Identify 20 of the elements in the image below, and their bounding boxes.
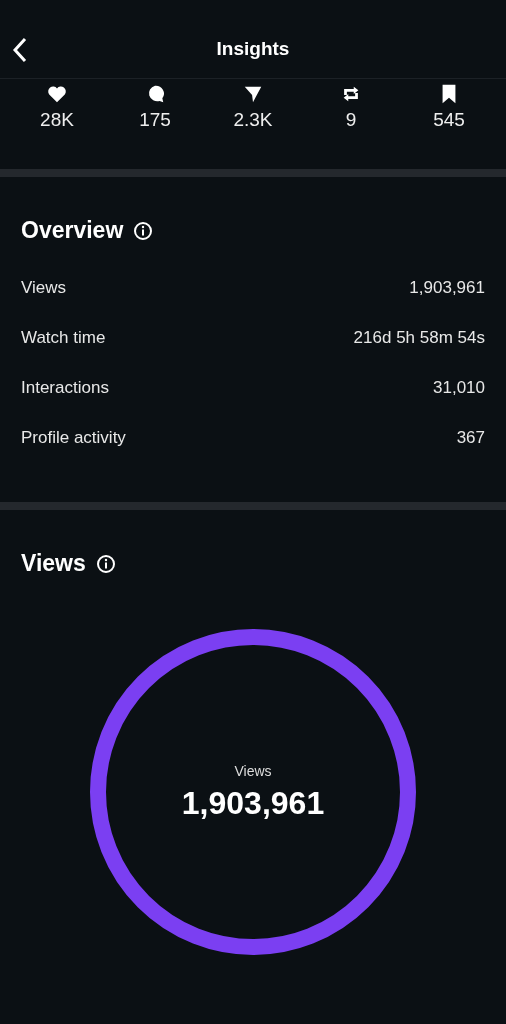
stat-count: 28K: [40, 109, 74, 131]
metric-label: Views: [21, 278, 67, 299]
page-title: Insights: [216, 38, 290, 60]
stat-count: 2.3K: [233, 109, 273, 131]
metric-label: Watch time: [21, 328, 106, 349]
stat-count: 545: [433, 109, 465, 131]
ring-label: Views: [234, 762, 272, 779]
section-title: Overview: [21, 217, 124, 244]
info-icon[interactable]: [133, 220, 154, 241]
metric-label: Interactions: [21, 378, 109, 399]
info-icon[interactable]: [95, 553, 116, 574]
stat-count: 9: [345, 109, 357, 131]
metric-value: 367: [456, 428, 485, 449]
metric-value: 216d 5h 58m 54s: [353, 328, 485, 349]
metric-value: 1,903,961: [409, 278, 485, 299]
ring-value: 1,903,961: [181, 784, 325, 822]
stat-count: 175: [139, 109, 171, 131]
section-title: Views: [21, 550, 86, 577]
metric-value: 31,010: [433, 378, 485, 399]
metric-label: Profile activity: [21, 428, 126, 449]
